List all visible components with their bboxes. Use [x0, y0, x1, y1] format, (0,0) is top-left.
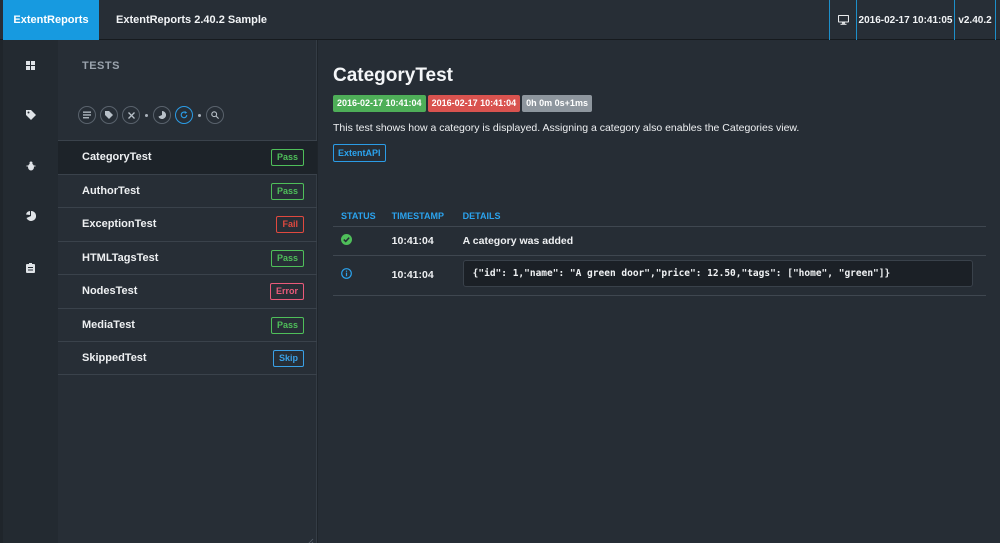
test-item-skippedtest[interactable]: SkippedTest Skip: [58, 341, 317, 375]
chart-icon[interactable]: [153, 106, 171, 124]
test-name: NodesTest: [82, 285, 138, 297]
list-icon[interactable]: [78, 106, 96, 124]
test-name: CategoryTest: [82, 151, 152, 163]
resize-handle-icon[interactable]: [306, 533, 314, 543]
bug-icon[interactable]: [3, 156, 58, 176]
timestamp-column-header: TIMESTAMP: [383, 206, 455, 227]
details-cell: {"id": 1,"name": "A green door","price":…: [454, 255, 986, 296]
test-name: SkippedTest: [82, 352, 147, 364]
end-time-label: 2016-02-17 10:41:04: [427, 95, 521, 112]
tests-header: TESTS: [82, 60, 120, 72]
log-table: STATUS TIMESTAMP DETAILS 10:41:04 A cate…: [333, 206, 986, 296]
duration-label: 0h 0m 0s+1ms: [522, 95, 592, 112]
test-item-htmltagstest[interactable]: HTMLTagsTest Pass: [58, 240, 317, 275]
test-time-labels: 2016-02-17 10:41:04 2016-02-17 10:41:04 …: [333, 95, 594, 112]
brand-logo[interactable]: ExtentReports: [3, 0, 99, 40]
refresh-icon[interactable]: [175, 106, 193, 124]
test-description: This test shows how a category is displa…: [333, 122, 800, 134]
separator-dot: [145, 113, 148, 117]
tag-icon[interactable]: [100, 106, 118, 124]
details-column-header: DETAILS: [454, 206, 986, 227]
details-cell: A category was added: [454, 226, 986, 256]
side-rail: [3, 40, 58, 543]
tag-icon[interactable]: [3, 105, 58, 125]
timestamp-cell: 10:41:04: [383, 255, 455, 296]
status-badge: Error: [269, 283, 304, 300]
status-badge: Pass: [270, 182, 304, 200]
test-list: CategoryTest Pass AuthorTest Pass Except…: [58, 140, 317, 375]
report-datetime: 2016-02-17 10:41:05: [856, 0, 954, 40]
report-title: ExtentReports 2.40.2 Sample: [116, 14, 268, 26]
log-row: 10:41:04 A category was added: [333, 226, 986, 256]
start-time-label: 2016-02-17 10:41:04: [333, 95, 426, 112]
test-item-mediatest[interactable]: MediaTest Pass: [58, 307, 317, 342]
test-name: AuthorTest: [82, 184, 140, 197]
chart-icon[interactable]: [3, 206, 58, 226]
log-header-row: STATUS TIMESTAMP DETAILS: [333, 206, 986, 227]
top-bar: ExtentReports ExtentReports 2.40.2 Sampl…: [0, 0, 1000, 40]
status-cell: [333, 226, 384, 256]
status-badge: Pass: [270, 249, 304, 267]
test-item-nodestest[interactable]: NodesTest Error: [58, 274, 317, 308]
close-icon[interactable]: [122, 106, 140, 124]
status-badge: Fail: [276, 216, 304, 233]
test-item-exceptiontest[interactable]: ExceptionTest Fail: [58, 207, 317, 241]
report-app: ExtentReports ExtentReports 2.40.2 Sampl…: [0, 0, 1000, 543]
status-badge: Pass: [270, 316, 304, 334]
test-title: CategoryTest: [333, 65, 454, 86]
log-row: 10:41:04 {"id": 1,"name": "A green door"…: [333, 255, 986, 296]
version-label: v2.40.2: [954, 0, 996, 40]
clipboard-icon[interactable]: [3, 258, 58, 278]
json-code-block: {"id": 1,"name": "A green door","price":…: [462, 260, 973, 287]
category-tag[interactable]: ExtentAPI: [333, 144, 386, 162]
status-badge: Pass: [270, 149, 304, 166]
info-circle-icon: [341, 268, 352, 282]
test-name: HTMLTagsTest: [82, 251, 159, 264]
filter-toolbar: [78, 106, 228, 124]
test-item-authortest[interactable]: AuthorTest Pass: [58, 173, 317, 208]
status-column-header: STATUS: [333, 206, 384, 227]
status-badge: Skip: [272, 350, 304, 367]
check-circle-icon: [341, 233, 352, 248]
monitor-icon[interactable]: [829, 0, 856, 40]
dashboard-icon[interactable]: [3, 55, 58, 75]
tests-panel: TESTS CategoryTest Pass AuthorTest Pass …: [58, 40, 317, 543]
test-details: CategoryTest 2016-02-17 10:41:04 2016-02…: [318, 40, 1000, 543]
separator-dot: [198, 113, 201, 117]
test-name: MediaTest: [82, 318, 135, 331]
timestamp-cell: 10:41:04: [383, 226, 455, 256]
status-cell: [333, 255, 384, 296]
test-name: ExceptionTest: [82, 218, 157, 230]
search-icon[interactable]: [206, 106, 224, 124]
test-item-categorytest[interactable]: CategoryTest Pass: [58, 140, 317, 174]
